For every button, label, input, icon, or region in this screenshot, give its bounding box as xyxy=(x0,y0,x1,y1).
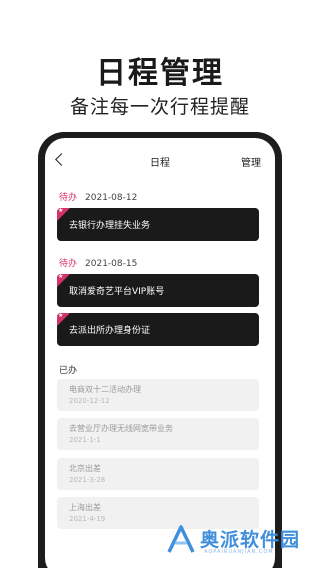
done-item-date: 2020-12-12 xyxy=(69,397,110,405)
done-item-date: 2021-4-19 xyxy=(69,515,106,523)
done-item-title: 电商双十二活动办理 xyxy=(69,385,141,394)
watermark: 奥派软件园 AOPAIRUANJIAN.COM xyxy=(160,522,320,562)
watermark-text: 奥派软件园 xyxy=(200,529,301,551)
group-date: 2021-08-15 xyxy=(85,259,138,269)
done-item-title: 北京出差 xyxy=(69,464,101,473)
task-label: 去派出所办理身份证 xyxy=(69,326,151,336)
task-label: 取消爱奇艺平台VIP账号 xyxy=(69,287,165,297)
promo-subtitle: 备注每一次行程提醒 xyxy=(69,96,250,118)
phone-screen: 日程 管理 待办 2021-08-12 ★ 去银行办理挂失业务 待办 2021-08… xyxy=(45,138,275,568)
manage-button[interactable]: 管理 xyxy=(241,154,261,169)
done-item-title: 去营业厅办理无线网宽带业务 xyxy=(69,424,173,433)
promo-title: 日程管理 xyxy=(96,56,224,91)
task-label: 去银行办理挂失业务 xyxy=(69,221,151,231)
star-icon: ★ xyxy=(58,274,64,280)
task-card[interactable]: ★ 取消爱奇艺平台VIP账号 xyxy=(57,274,259,307)
done-item-title: 上海出差 xyxy=(69,503,101,512)
section-header-done: 已办 xyxy=(59,366,78,376)
done-item-date: 2021-3-28 xyxy=(69,476,106,484)
task-card[interactable]: ★ 去银行办理挂失业务 xyxy=(57,208,259,241)
nav-bar: 日程 管理 xyxy=(45,152,275,172)
star-icon: ★ xyxy=(58,313,64,319)
done-item[interactable]: 去营业厅办理无线网宽带业务 2021-1-1 xyxy=(57,418,259,450)
task-card[interactable]: ★ 去派出所办理身份证 xyxy=(57,313,259,346)
done-item-date: 2021-1-1 xyxy=(69,436,101,444)
section-header-pending: 待办 2021-08-15 xyxy=(59,256,137,269)
section-header-pending: 待办 2021-08-12 xyxy=(59,190,137,203)
group-date: 2021-08-12 xyxy=(85,193,138,203)
done-item[interactable]: 北京出差 2021-3-28 xyxy=(57,458,259,490)
watermark-sub: AOPAIRUANJIAN.COM xyxy=(204,549,274,555)
logo-a-icon xyxy=(167,525,195,553)
star-icon: ★ xyxy=(58,208,64,214)
status-label: 待办 xyxy=(59,259,78,269)
done-item[interactable]: 电商双十二活动办理 2020-12-12 xyxy=(57,379,259,411)
status-label: 待办 xyxy=(59,193,78,203)
